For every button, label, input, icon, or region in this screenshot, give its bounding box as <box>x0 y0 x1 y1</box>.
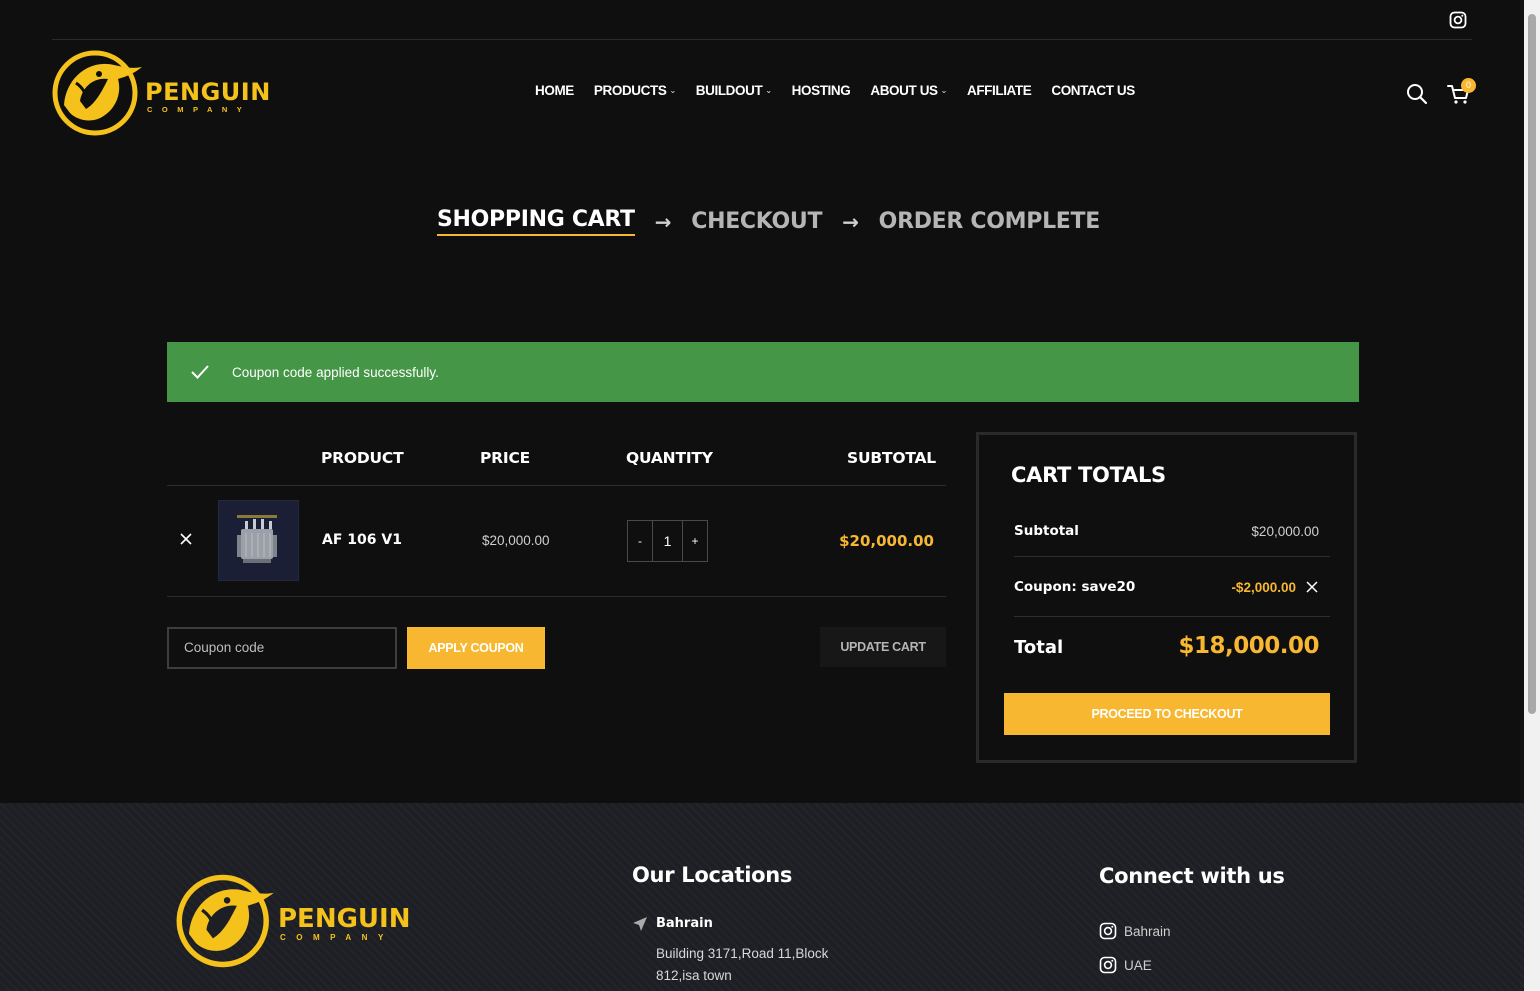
product-thumbnail[interactable] <box>218 500 299 581</box>
instagram-icon[interactable] <box>1449 11 1467 29</box>
total-label: Total <box>1014 637 1064 658</box>
footer: PENGUIN COMPANY Our Locations Bahrain Bu… <box>0 803 1524 991</box>
step-shopping-cart[interactable]: SHOPPING CART <box>437 207 635 236</box>
arrow-right-icon: → <box>842 209 859 234</box>
apply-coupon-button[interactable]: APPLY COUPON <box>407 627 545 669</box>
qty-plus-button[interactable]: + <box>683 521 707 561</box>
penguin-logo-icon <box>52 50 142 136</box>
divider <box>167 485 946 486</box>
checkout-steps: SHOPPING CART → CHECKOUT → ORDER COMPLET… <box>437 207 1100 236</box>
connect-heading: Connect with us <box>1099 864 1285 888</box>
notice-message: Coupon code applied successfully. <box>232 364 439 380</box>
nav-hosting[interactable]: HOSTING <box>792 83 851 98</box>
product-subtotal: $20,000.00 <box>839 532 934 550</box>
checkmark-icon <box>191 365 209 379</box>
site-logo[interactable]: PENGUIN COMPANY <box>52 47 270 139</box>
divider <box>1014 556 1330 557</box>
logo-wordmark: PENGUIN <box>145 78 271 106</box>
subtotal-value: $20,000.00 <box>1251 524 1319 539</box>
nav-buildout[interactable]: BUILDOUT ⌄ <box>696 83 772 98</box>
step-order-complete: ORDER COMPLETE <box>878 209 1101 234</box>
footer-logo-subtitle: COMPANY <box>280 933 394 942</box>
success-notice: Coupon code applied successfully. <box>167 342 1359 402</box>
location-name: Bahrain <box>656 916 713 931</box>
nav-affiliate[interactable]: AFFILIATE <box>967 83 1032 98</box>
header-quantity: QUANTITY <box>626 449 713 467</box>
nav-home[interactable]: HOME <box>535 83 574 98</box>
chevron-down-icon: ⌄ <box>940 86 948 95</box>
cart-totals-panel: CART TOTALS Subtotal $20,000.00 Coupon: … <box>976 432 1357 763</box>
remove-item-icon[interactable] <box>179 532 193 546</box>
product-name[interactable]: AF 106 V1 <box>322 532 402 548</box>
total-value: $18,000.00 <box>1178 633 1319 659</box>
chevron-down-icon: ⌄ <box>669 86 676 95</box>
quantity-stepper: - 1 + <box>627 520 708 562</box>
social-link-bahrain[interactable]: Bahrain <box>1099 922 1171 940</box>
update-cart-button[interactable]: UPDATE CART <box>820 627 946 667</box>
step-checkout[interactable]: CHECKOUT <box>691 209 822 234</box>
instagram-icon <box>1099 956 1117 974</box>
nav-about-us[interactable]: ABOUT US ⌄ <box>870 83 947 98</box>
remove-coupon-icon[interactable] <box>1306 581 1318 593</box>
footer-logo[interactable]: PENGUIN COMPANY <box>176 871 410 971</box>
nav-contact-us[interactable]: CONTACT US <box>1051 83 1135 98</box>
coupon-value: -$2,000.00 <box>1231 580 1296 595</box>
transformer-image <box>237 515 277 563</box>
subtotal-label: Subtotal <box>1014 523 1079 539</box>
header-subtotal: SUBTOTAL <box>847 449 936 467</box>
qty-input[interactable]: 1 <box>652 521 683 561</box>
product-price: $20,000.00 <box>482 533 550 548</box>
divider <box>167 596 946 597</box>
arrow-right-icon: → <box>654 209 672 234</box>
header-product: PRODUCT <box>321 449 404 467</box>
page: PENGUIN COMPANY HOME PRODUCTS ⌄ BUILDOUT ⌄… <box>0 0 1540 991</box>
header-price: PRICE <box>480 449 531 467</box>
coupon-code-input[interactable]: Coupon code <box>167 627 397 669</box>
instagram-icon <box>1099 922 1117 940</box>
social-link-uae[interactable]: UAE <box>1099 956 1152 974</box>
location-arrow-icon <box>633 917 647 931</box>
scrollbar[interactable] <box>1524 0 1540 991</box>
main-nav: HOME PRODUCTS ⌄ BUILDOUT ⌄ HOSTING ABOUT U… <box>535 83 1155 98</box>
search-icon[interactable] <box>1405 82 1429 106</box>
cart-count-badge: 0 <box>1461 78 1476 93</box>
cart-totals-title: CART TOTALS <box>1011 463 1166 487</box>
qty-minus-button[interactable]: - <box>628 521 652 561</box>
logo-subtitle: COMPANY <box>147 105 252 114</box>
footer-logo-wordmark: PENGUIN <box>278 904 411 934</box>
location-address: Building 3171,Road 11,Block 812,isa town <box>656 946 829 983</box>
chevron-down-icon: ⌄ <box>765 86 772 95</box>
locations-heading: Our Locations <box>632 863 793 887</box>
coupon-label: Coupon: save20 <box>1014 579 1136 595</box>
scrollbar-thumb[interactable] <box>1528 14 1536 714</box>
top-bar <box>52 0 1472 40</box>
divider <box>1014 616 1330 617</box>
proceed-to-checkout-button[interactable]: PROCEED TO CHECKOUT <box>1004 693 1330 735</box>
nav-products[interactable]: PRODUCTS ⌄ <box>594 83 676 98</box>
penguin-logo-icon <box>176 874 274 968</box>
